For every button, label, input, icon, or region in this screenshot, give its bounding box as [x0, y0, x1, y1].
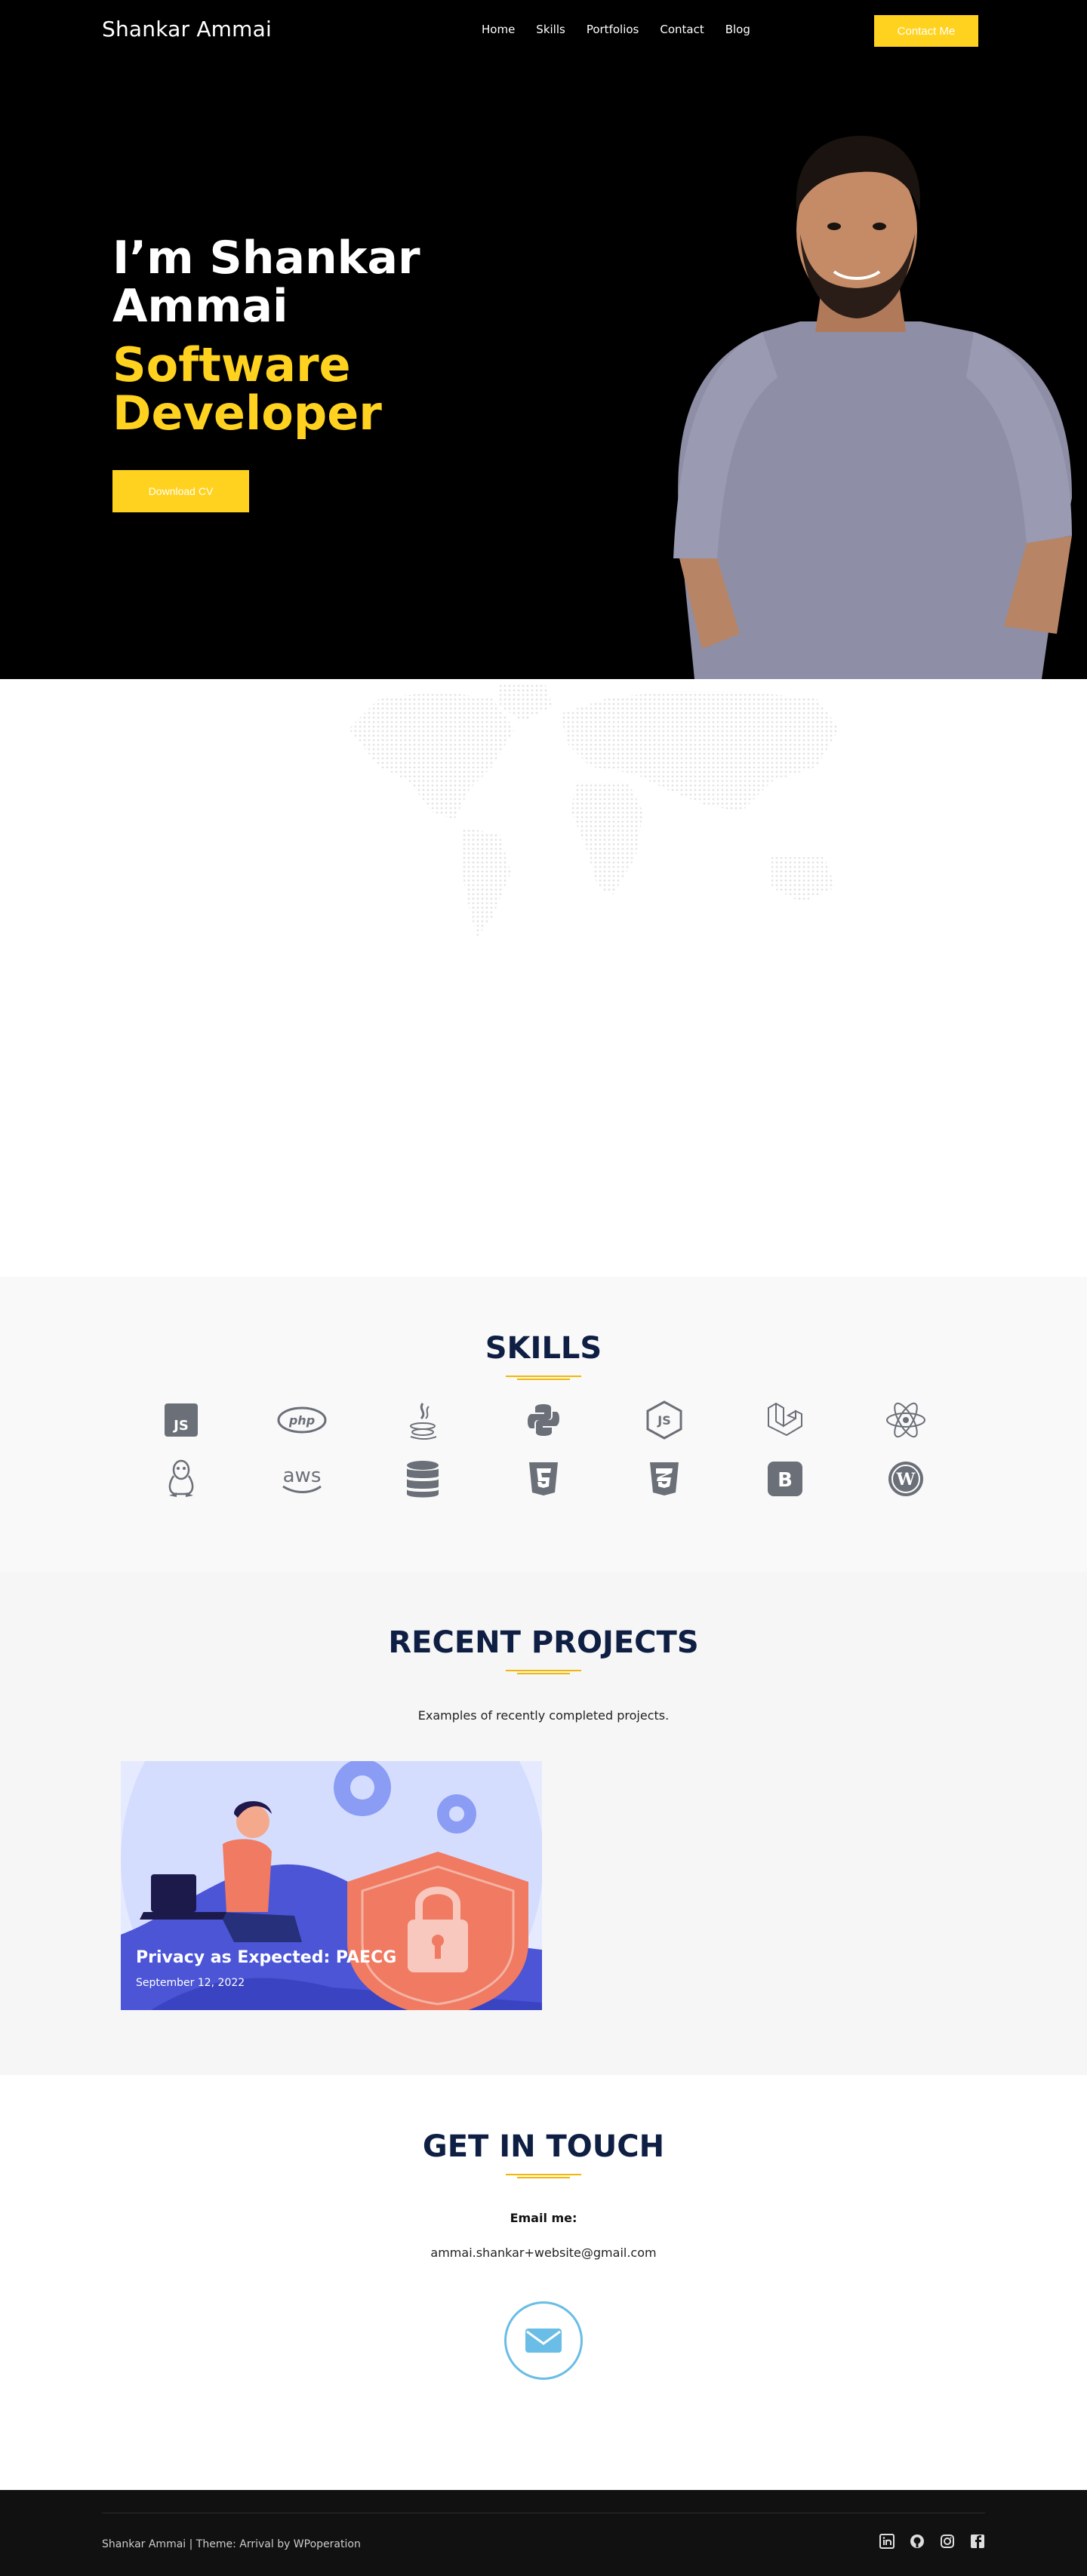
- nav-contact[interactable]: Contact: [660, 23, 704, 36]
- mail-button[interactable]: [504, 2301, 583, 2380]
- svg-text:aws: aws: [283, 1465, 322, 1487]
- facebook-icon[interactable]: [970, 2534, 985, 2549]
- javascript-icon: JS: [151, 1397, 211, 1443]
- main-nav: Home Skills Portfolios Contact Blog: [482, 23, 750, 36]
- svg-text:JS: JS: [657, 1413, 670, 1428]
- bootstrap-icon: B: [755, 1456, 815, 1502]
- skills-grid: JS php JS aws B W: [151, 1397, 936, 1515]
- hero-subtitle: Software Developer: [112, 337, 382, 441]
- portrait-image: [673, 136, 1072, 679]
- java-icon: [393, 1397, 453, 1443]
- contact-section: GET IN TOUCH Email me: ammai.shankar+web…: [0, 2075, 1087, 2490]
- contact-me-button[interactable]: Contact Me: [874, 15, 978, 47]
- nodejs-icon: JS: [634, 1397, 694, 1443]
- project-card-title[interactable]: Privacy as Expected: PAECG: [136, 1948, 396, 1967]
- footer-credit: Shankar Ammai | Theme: Arrival by WPoper…: [102, 2538, 361, 2550]
- instagram-icon[interactable]: [940, 2534, 955, 2549]
- social-links: [879, 2534, 985, 2549]
- projects-title: RECENT PROJECTS: [388, 1625, 699, 1660]
- project-card-date: September 12, 2022: [136, 1977, 245, 1989]
- map-section: [0, 679, 1087, 1277]
- email-label: Email me:: [510, 2211, 577, 2225]
- react-icon: [876, 1397, 936, 1443]
- envelope-icon: [525, 2329, 562, 2353]
- skills-title: SKILLS: [485, 1331, 602, 1366]
- database-icon: [393, 1456, 453, 1502]
- hero-title: I’m Shankar Ammai: [112, 232, 420, 333]
- svg-text:JS: JS: [172, 1418, 189, 1434]
- php-icon: php: [272, 1397, 332, 1443]
- title-underline: [506, 1376, 581, 1380]
- svg-text:W: W: [896, 1470, 916, 1489]
- email-address[interactable]: ammai.shankar+website@gmail.com: [0, 2246, 1087, 2260]
- nav-home[interactable]: Home: [482, 23, 515, 36]
- nav-portfolios[interactable]: Portfolios: [587, 23, 639, 36]
- nav-skills[interactable]: Skills: [536, 23, 565, 36]
- title-underline: [506, 1670, 581, 1674]
- world-map-illustration: [349, 684, 839, 937]
- github-icon[interactable]: [910, 2534, 925, 2549]
- svg-text:B: B: [778, 1469, 793, 1492]
- python-icon: [513, 1397, 574, 1443]
- download-cv-button[interactable]: Download CV: [112, 470, 249, 512]
- html5-icon: [513, 1456, 574, 1502]
- project-illustration: [121, 1761, 542, 2010]
- skills-section: SKILLS JS php JS aws B W: [0, 1277, 1087, 1572]
- projects-section: RECENT PROJECTS Examples of recently com…: [0, 1572, 1087, 2075]
- css3-icon: [634, 1456, 694, 1502]
- site-header: Shankar Ammai Home Skills Portfolios Con…: [0, 0, 1087, 60]
- hero-section: I’m Shankar Ammai Software Developer Dow…: [0, 60, 1087, 679]
- contact-title: GET IN TOUCH: [422, 2129, 665, 2164]
- site-footer: Shankar Ammai | Theme: Arrival by WPoper…: [0, 2490, 1087, 2576]
- wordpress-icon: W: [876, 1456, 936, 1502]
- aws-icon: aws: [272, 1456, 332, 1502]
- linux-icon: [151, 1456, 211, 1502]
- site-brand[interactable]: Shankar Ammai: [102, 17, 272, 41]
- title-underline: [506, 2174, 581, 2178]
- linkedin-icon[interactable]: [879, 2534, 895, 2549]
- svg-text:php: php: [288, 1413, 315, 1428]
- project-card[interactable]: Privacy as Expected: PAECG September 12,…: [121, 1761, 542, 2010]
- laravel-icon: [755, 1397, 815, 1443]
- nav-blog[interactable]: Blog: [725, 23, 750, 36]
- projects-description: Examples of recently completed projects.: [417, 1708, 670, 1723]
